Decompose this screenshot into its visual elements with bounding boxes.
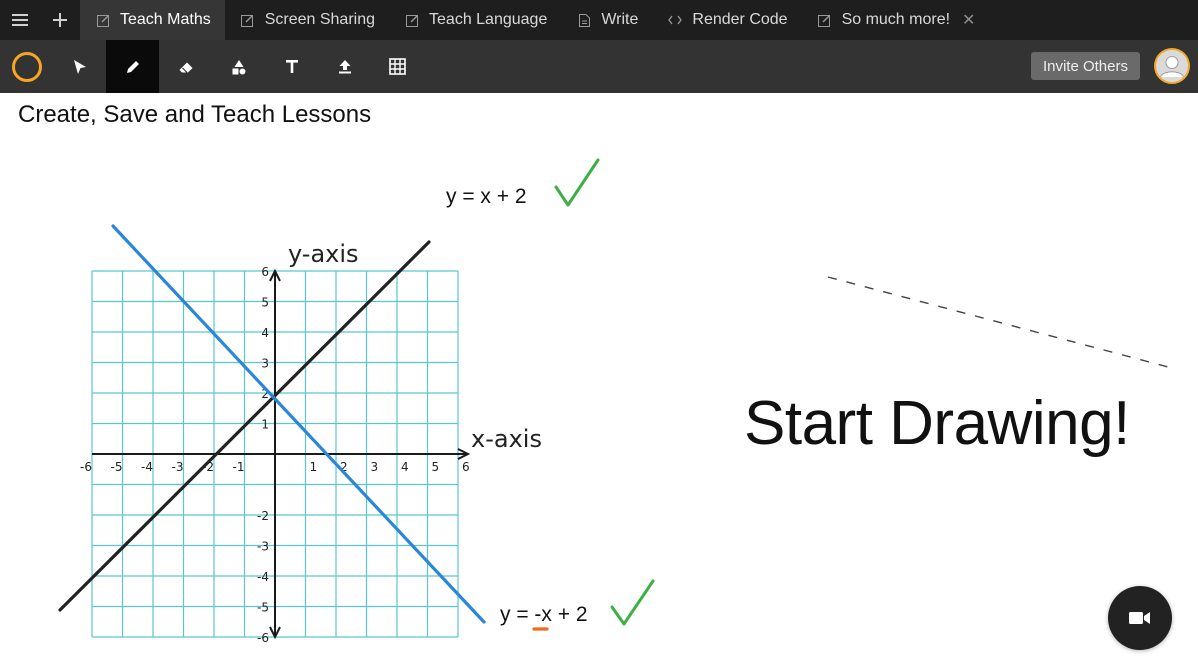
tab-label: Teach Maths [120,11,211,28]
tab-teach-maths[interactable]: Teach Maths [80,0,225,40]
shapes-tool-button[interactable] [212,40,265,93]
shapes-icon [232,59,245,74]
start-drawing-text: Start Drawing! [744,389,1130,458]
pencil-icon [126,60,139,73]
color-picker-button[interactable] [0,40,53,93]
tab-label: Teach Language [429,11,548,28]
upload-tool-button[interactable] [318,40,371,93]
tab-screen-sharing[interactable]: Screen Sharing [225,0,389,40]
edit-icon [94,14,112,27]
tab-write[interactable]: Write [561,0,652,40]
whiteboard-canvas[interactable] [0,93,1198,670]
select-tool-button[interactable] [53,40,106,93]
tab-label: Screen Sharing [264,11,376,28]
tab-teach-language[interactable]: Teach Language [389,0,561,40]
user-avatar-icon [1156,50,1188,82]
grid-tool-button[interactable] [371,40,424,93]
drawing-toolbar: Invite Others [0,40,1198,93]
tab-label: So much more! [841,11,951,28]
text-icon [285,60,298,73]
pencil-tool-button[interactable] [106,40,159,93]
edit-icon [239,14,257,27]
edit-icon [403,14,421,27]
color-ring-icon [11,51,42,82]
video-call-button[interactable] [1108,586,1172,650]
grid-icon [389,58,406,75]
eraser-tool-button[interactable] [159,40,212,93]
upload-icon [338,60,351,74]
tab-bar: Teach Maths Screen Sharing Teach Languag… [0,0,1198,40]
tab-so-much-more[interactable]: So much more! ✕ [802,0,990,40]
text-tool-button[interactable] [265,40,318,93]
eraser-icon [179,62,192,73]
avatar[interactable] [1154,48,1190,84]
tab-label: Render Code [692,11,788,28]
lesson-title: Create, Save and Teach Lessons [18,101,372,128]
close-icon[interactable]: ✕ [962,10,975,30]
video-camera-icon [1129,612,1150,624]
tab-label: Write [601,11,639,28]
edit-icon [816,14,834,27]
document-icon [575,13,593,27]
invite-others-button[interactable]: Invite Others [1030,52,1140,80]
plus-icon[interactable] [40,0,80,40]
code-icon [666,15,684,25]
tab-render-code[interactable]: Render Code [652,0,801,40]
cursor-arrow-icon [73,59,86,74]
hamburger-menu-icon[interactable] [0,0,40,40]
